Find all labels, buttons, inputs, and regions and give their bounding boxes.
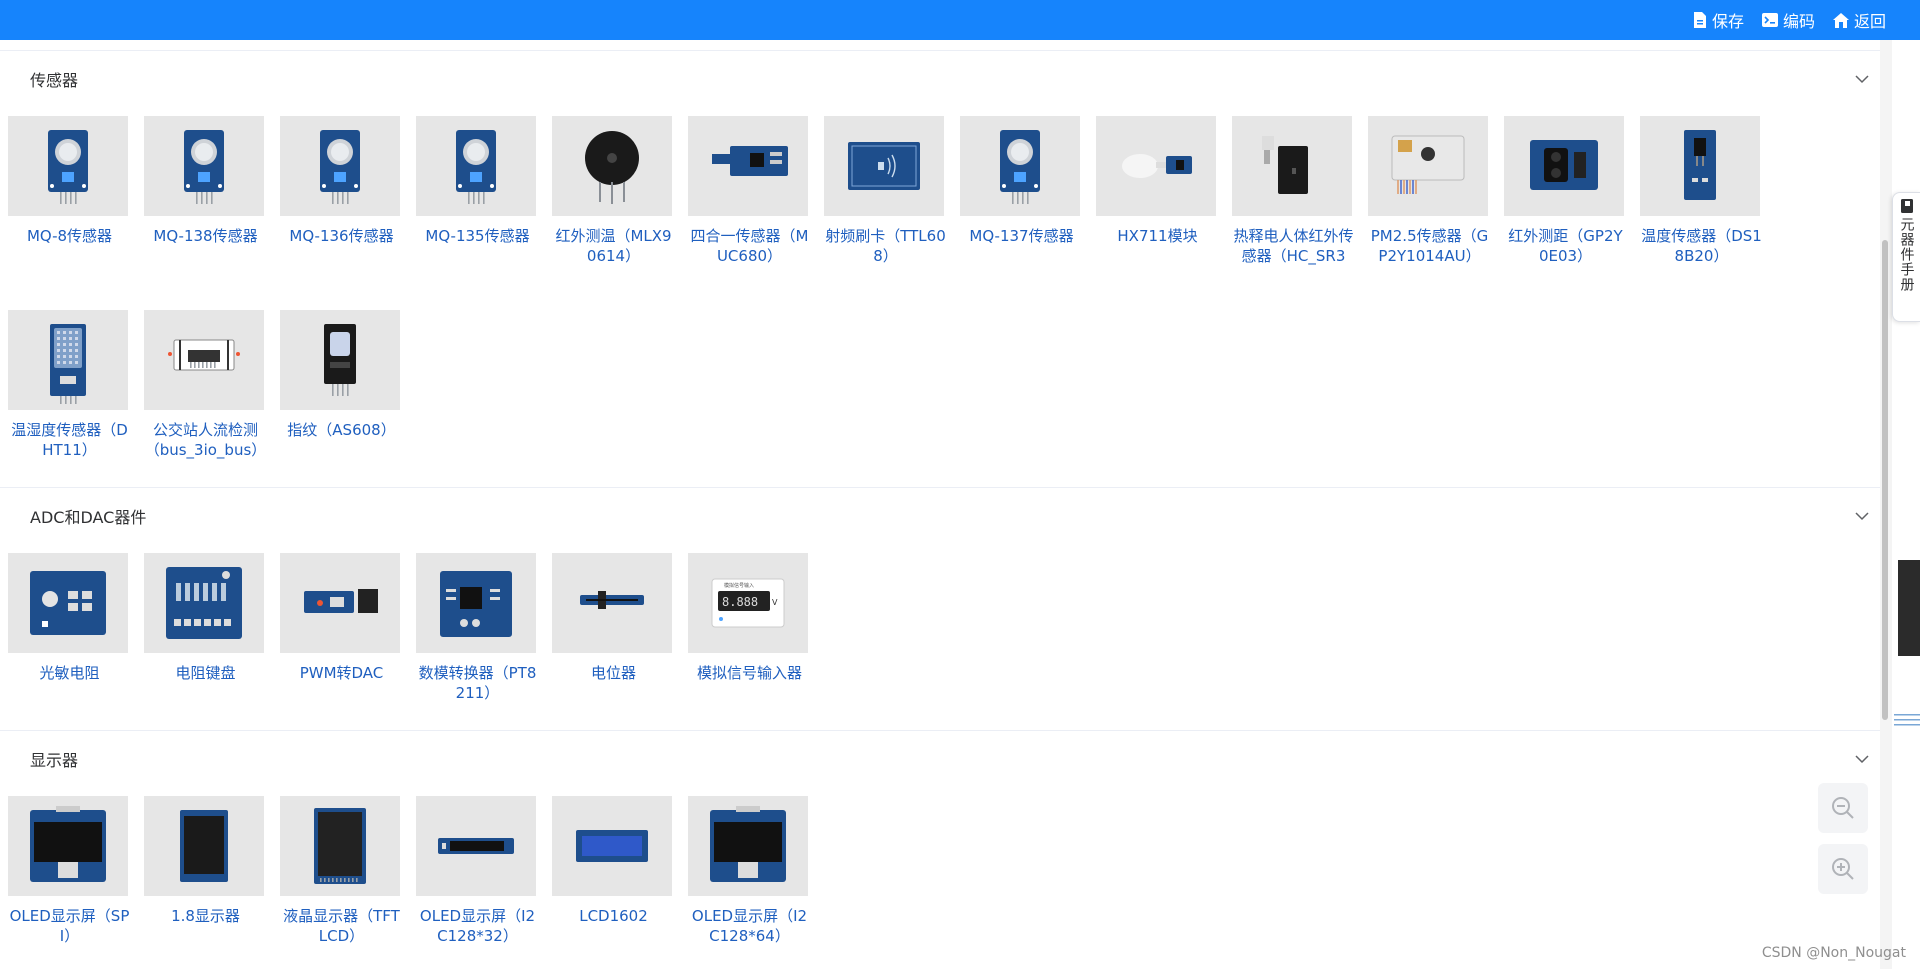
component-thumbnail <box>416 116 536 216</box>
top-toolbar: 保存 编码 返回 <box>0 0 1920 40</box>
save-label: 保存 <box>1711 12 1744 31</box>
file-icon <box>1693 12 1706 28</box>
component-label: 红外测距（GP2Y0E03） <box>1508 227 1623 265</box>
component-label: 光敏电阻 <box>39 664 100 682</box>
component-thumbnail <box>1096 116 1216 216</box>
component-label: PM2.5传感器（GP2Y1014AU） <box>1370 227 1489 265</box>
component-thumbnail <box>552 116 672 216</box>
component-label: 热释电人体红外传感器（HC_SR31… <box>1233 227 1354 265</box>
component-label: 电位器 <box>590 664 636 682</box>
component-label: MQ-136传感器 <box>289 227 394 245</box>
component-label: 液晶显示器（TFTLCD） <box>283 907 400 945</box>
component-label: 射频刷卡（TTL608） <box>825 227 946 265</box>
component-label: OLED显示屏（I2C128*64） <box>691 907 808 945</box>
component-thumbnail <box>144 796 264 896</box>
component-thumbnail <box>1368 116 1488 216</box>
component-thumbnail <box>280 310 400 410</box>
zoom-in-icon <box>1832 858 1854 880</box>
component-thumbnail <box>8 116 128 216</box>
component-label: OLED显示屏（SPI） <box>9 907 130 945</box>
component-thumbnail <box>960 116 1080 216</box>
section-header[interactable]: 显示器 <box>0 731 1880 787</box>
component-label: MQ-138传感器 <box>153 227 258 245</box>
manual-tab-label: 元器件手册 <box>1898 217 1915 292</box>
zoom-out-button[interactable] <box>1818 783 1868 833</box>
component-label: 红外测温（MLX90614） <box>555 227 672 265</box>
component-manual-tab[interactable]: 元器件手册 <box>1892 192 1920 322</box>
back-label: 返回 <box>1853 12 1886 31</box>
component-label: 四合一传感器（MUC680） <box>690 227 809 265</box>
zoom-out-icon <box>1832 797 1854 819</box>
toolbar-actions: 保存 编码 返回 <box>1693 0 1886 40</box>
component-label: MQ-135传感器 <box>425 227 530 245</box>
component-thumbnail <box>8 796 128 896</box>
component-label: 模拟信号输入器 <box>696 664 802 682</box>
component-label: 数模转换器（PT8211） <box>418 664 537 702</box>
component-thumbnail <box>1232 116 1352 216</box>
resize-handle[interactable] <box>1894 712 1920 728</box>
code-label: 编码 <box>1782 12 1815 31</box>
component-label: 电阻键盘 <box>175 664 236 682</box>
component-thumbnail <box>144 553 264 653</box>
book-icon <box>1900 199 1913 213</box>
component-label: 公交站人流检测（bus_3io_bus） <box>144 421 267 459</box>
component-thumbnail <box>280 116 400 216</box>
component-label: 温湿度传感器（DHT11） <box>11 421 128 459</box>
component-label: 温度传感器（DS18B20） <box>1641 227 1762 265</box>
home-icon <box>1832 12 1849 28</box>
svg-text:模拟信号输入: 模拟信号输入 <box>724 582 754 589</box>
component-label: OLED显示屏（I2C128*32） <box>419 907 536 945</box>
component-thumbnail <box>824 116 944 216</box>
save-button[interactable]: 保存 <box>1693 8 1744 32</box>
chevron-down-icon[interactable] <box>1854 71 1870 87</box>
chevron-down-icon[interactable] <box>1854 751 1870 767</box>
component-thumbnail <box>688 796 808 896</box>
component-thumbnail <box>552 553 672 653</box>
component-thumbnail <box>552 796 672 896</box>
code-button[interactable]: 编码 <box>1761 8 1815 32</box>
component-thumbnail: 模拟信号输入 8.888 V <box>688 553 808 653</box>
component-thumbnail <box>144 310 264 410</box>
section-header[interactable]: ADC和DAC器件 <box>0 488 1880 544</box>
component-thumbnail <box>416 796 536 896</box>
svg-text:V: V <box>772 598 778 607</box>
component-thumbnail <box>144 116 264 216</box>
component-thumbnail <box>688 116 808 216</box>
section-header[interactable]: 传感器 <box>0 51 1880 107</box>
component-label: PWM转DAC <box>299 664 384 682</box>
component-thumbnail <box>1640 116 1760 216</box>
back-button[interactable]: 返回 <box>1832 8 1886 32</box>
section-title: ADC和DAC器件 <box>30 508 147 527</box>
section-title: 传感器 <box>30 71 79 90</box>
component-thumbnail <box>1504 116 1624 216</box>
component-label: 1.8显示器 <box>171 907 240 925</box>
side-panel-edge <box>1898 560 1920 656</box>
zoom-in-button[interactable] <box>1818 844 1868 894</box>
component-label: 指纹（AS608） <box>287 421 396 439</box>
component-label: MQ-137传感器 <box>969 227 1074 245</box>
component-label: HX711模块 <box>1117 227 1198 245</box>
section-title: 显示器 <box>30 751 79 770</box>
component-label: LCD1602 <box>579 907 648 925</box>
component-thumbnail <box>280 796 400 896</box>
scrollbar-thumb[interactable] <box>1882 240 1888 720</box>
terminal-icon <box>1761 13 1778 27</box>
component-thumbnail <box>8 553 128 653</box>
watermark: CSDN @Non_Nougat <box>1761 945 1906 961</box>
component-library: 传感器 MQ-8传感器 MQ-138传感器 MQ-136传感器 MQ-135传感器 红外测… <box>0 40 1880 969</box>
component-thumbnail <box>8 310 128 410</box>
component-thumbnail <box>280 553 400 653</box>
svg-text:8.888: 8.888 <box>722 595 758 609</box>
component-thumbnail <box>416 553 536 653</box>
chevron-down-icon[interactable] <box>1854 508 1870 524</box>
component-label: MQ-8传感器 <box>26 227 113 245</box>
